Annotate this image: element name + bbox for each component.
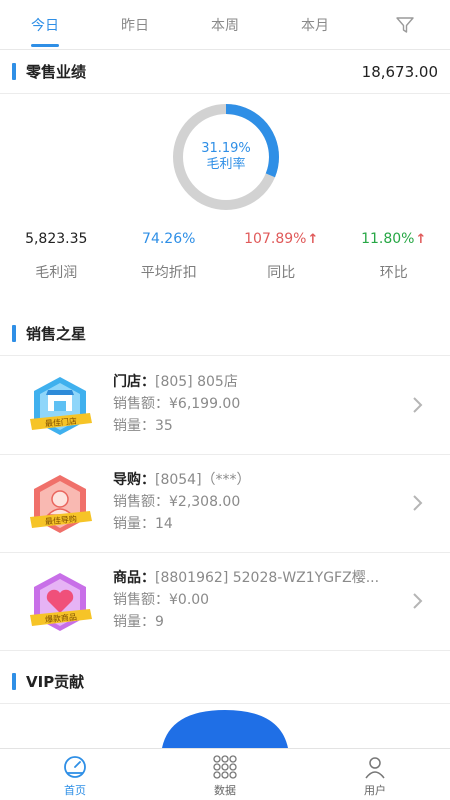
stat-avg-discount: 74.26% 平均折扣 [113,228,226,288]
nav-label: 数据 [214,784,236,797]
vip-title: VIP贡献 [26,673,85,691]
best-store-badge-icon: 最佳门店 [30,377,92,435]
bottom-nav: 首页 数据 用户 [0,748,450,800]
qty-label: 销量： [113,418,155,434]
tab-this-month[interactable]: 本月 [270,0,360,49]
row-category: 导购： [113,472,155,488]
stat-value: 5,823.35 [25,231,88,247]
nav-data[interactable]: 数据 [150,749,300,800]
qty-value: 14 [155,516,173,532]
best-store-row[interactable]: 最佳门店 门店：[805] 805店 销售额：¥6,199.00 销量：35 [0,357,450,455]
amount-value: ¥0.00 [169,592,210,608]
gross-margin-label: 毛利率 [206,157,246,172]
sales-stars-header: 销售之星 [0,312,450,356]
row-category: 门店： [113,374,155,390]
user-icon [365,757,385,779]
tab-this-week[interactable]: 本周 [180,0,270,49]
nav-label: 用户 [364,784,386,797]
vip-header: VIP贡献 [0,660,450,704]
tab-today[interactable]: 今日 [0,0,90,49]
gross-margin-rate: 31.19% [201,141,251,156]
amount-value: ¥2,308.00 [169,494,241,510]
retail-header: 零售业绩 18,673.00 [0,50,450,94]
section-accent-bar [12,63,16,80]
qty-value: 35 [155,418,173,434]
stat-mom: 11.80% ↑ 环比 [338,228,450,288]
stat-value: 11.80% [361,231,415,247]
section-accent-bar [12,673,16,690]
stat-value: 74.26% [142,231,196,247]
stat-label: 平均折扣 [140,265,197,281]
row-name: [8801962] 52028-WZ1YGFZ樱... [155,570,380,586]
nav-home[interactable]: 首页 [0,749,150,800]
best-guide-badge-icon: 最佳导购 [30,475,92,533]
retail-stats: 5,823.35 毛利润 74.26% 平均折扣 107.89% ↑ 同比 11.… [0,228,450,288]
qty-label: 销量： [113,614,155,630]
period-tabs: 今日 昨日 本周 本月 [0,0,450,50]
stat-label: 环比 [379,265,408,281]
stat-yoy: 107.89% ↑ 同比 [225,228,338,288]
row-name: [805] 805店 [155,374,238,390]
grid-icon [213,755,237,779]
chevron-right-icon [413,495,423,511]
sales-stars-title: 销售之星 [26,325,87,343]
amount-value: ¥6,199.00 [169,396,241,412]
chevron-right-icon [413,593,423,609]
row-name: [8054]（***） [155,472,251,488]
stat-gross-profit: 5,823.35 毛利润 [0,228,113,288]
home-gauge-icon [64,756,86,778]
tab-yesterday[interactable]: 昨日 [90,0,180,49]
qty-label: 销量： [113,516,155,532]
best-guide-row[interactable]: 最佳导购 导购：[8054]（***） 销售额：¥2,308.00 销量：14 [0,455,450,553]
arrow-up-icon: ↑ [307,231,319,247]
amount-label: 销售额： [113,396,169,412]
stat-label: 毛利润 [35,265,78,281]
stat-label: 同比 [267,265,296,281]
amount-label: 销售额： [113,592,169,608]
retail-total: 18,673.00 [361,62,438,81]
nav-label: 首页 [64,784,86,797]
best-product-row[interactable]: 爆款商品 商品：[8801962] 52028-WZ1YGFZ樱... 销售额：… [0,553,450,651]
row-category: 商品： [113,570,155,586]
stat-value: 107.89% [244,231,307,247]
retail-title: 零售业绩 [26,63,87,81]
chevron-right-icon [413,397,423,413]
hot-product-badge-icon: 爆款商品 [30,573,92,631]
filter-icon[interactable] [360,0,450,49]
gross-margin-donut: 31.19% 毛利率 [171,102,281,212]
qty-value: 9 [155,614,164,630]
amount-label: 销售额： [113,494,169,510]
app-root: 今日 昨日 本周 本月 零售业绩 18,673.00 31.19% 毛利率 5,… [0,0,450,800]
vip-chart-partial [162,710,288,748]
nav-user[interactable]: 用户 [300,749,450,800]
arrow-up-icon: ↑ [415,231,427,247]
section-accent-bar [12,325,16,342]
